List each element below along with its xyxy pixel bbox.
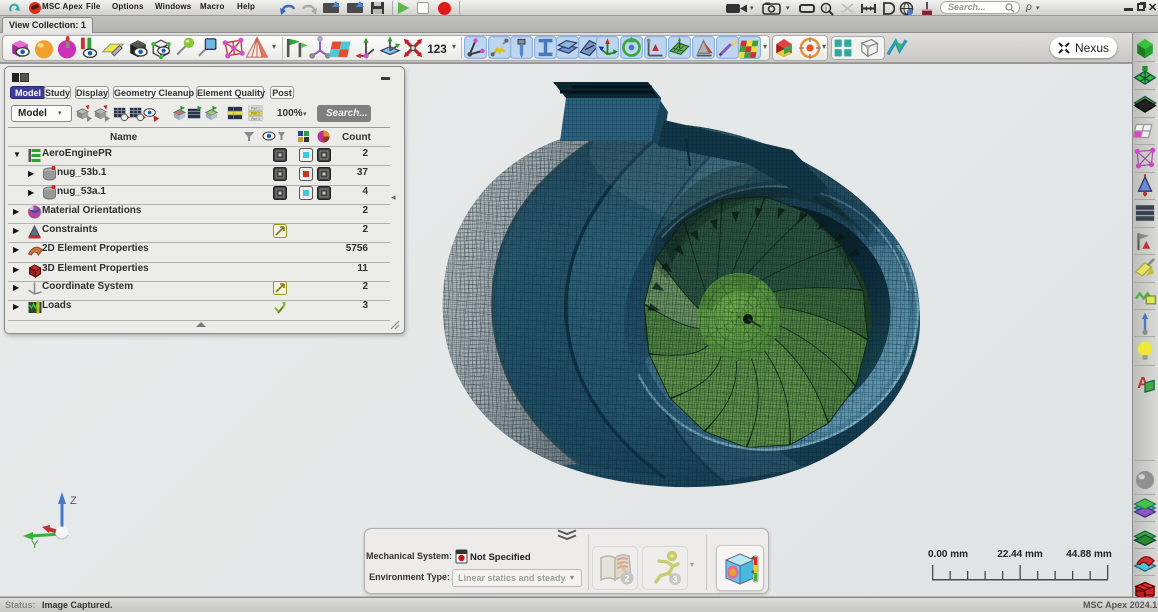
- svg-text:123: 123: [427, 43, 447, 56]
- svg-text:i: i: [825, 6, 827, 13]
- svg-text:2: 2: [624, 574, 629, 584]
- svg-text:Z: Z: [70, 495, 77, 507]
- svg-text:Part 1: Part 1: [251, 106, 260, 110]
- svg-text:Part 3: Part 3: [251, 117, 260, 121]
- svg-text:Part 2: Part 2: [251, 112, 260, 116]
- svg-text:Y: Y: [31, 539, 39, 550]
- svg-text:3: 3: [672, 575, 677, 585]
